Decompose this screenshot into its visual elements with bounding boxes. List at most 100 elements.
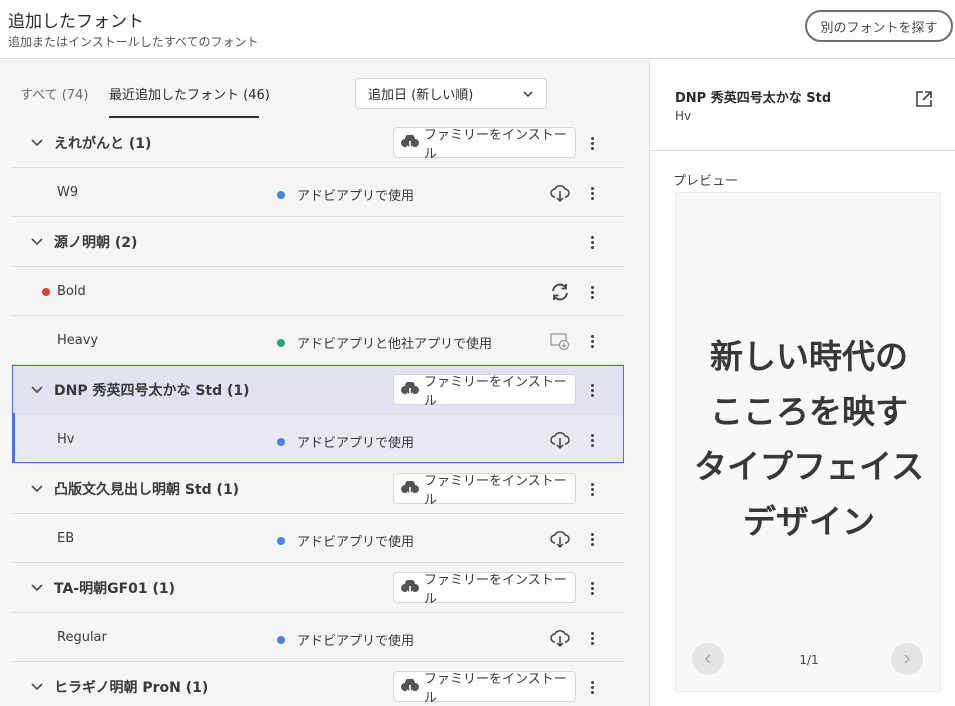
font-style-row[interactable]: Bold bbox=[12, 267, 624, 316]
selection-indicator bbox=[12, 413, 15, 462]
usage-status: アドビアプリで使用 bbox=[277, 630, 414, 649]
more-options-icon[interactable] bbox=[587, 628, 597, 648]
preview-label: プレビュー bbox=[673, 174, 739, 189]
sort-dropdown[interactable]: 追加日 (新しい順) bbox=[355, 78, 547, 109]
status-dot bbox=[277, 635, 285, 644]
sort-selected-label: 追加日 (新しい順) bbox=[368, 88, 474, 103]
find-more-fonts-button[interactable]: 別のフォントを探す bbox=[805, 10, 953, 42]
font-style-row[interactable]: Heavy アドビアプリと他社アプリで使用 bbox=[12, 316, 624, 365]
external-link-icon[interactable] bbox=[914, 89, 934, 109]
usage-status: アドビアプリと他社アプリで使用 bbox=[277, 333, 492, 352]
preview-line: こころを映す bbox=[710, 392, 908, 431]
install-family-button[interactable]: ファミリーをインストール bbox=[393, 572, 576, 607]
style-name: Hv bbox=[57, 432, 75, 447]
font-style-row-selected[interactable]: Hv アドビアプリで使用 bbox=[12, 415, 624, 464]
family-row[interactable]: TA-明朝GF01 (1) ファミリーをインストール bbox=[12, 563, 624, 613]
family-row-selected[interactable]: DNP 秀英四号太かな Std (1) ファミリーをインストール bbox=[12, 365, 624, 415]
font-detail-panel: DNP 秀英四号太かな Std Hv プレビュー 新しい時代の こころを映す タ… bbox=[649, 60, 955, 706]
usage-status: アドビアプリで使用 bbox=[277, 185, 414, 204]
chevron-right-icon bbox=[904, 654, 911, 664]
divider bbox=[650, 150, 955, 151]
more-options-icon[interactable] bbox=[587, 529, 597, 549]
usage-status-text: アドビアプリで使用 bbox=[297, 189, 415, 204]
usage-status: アドビアプリで使用 bbox=[277, 432, 414, 451]
install-family-button[interactable]: ファミリーをインストール bbox=[393, 473, 576, 508]
cloud-download-icon bbox=[401, 679, 419, 695]
family-row[interactable]: 源ノ明朝 (2) bbox=[12, 217, 624, 267]
usage-status-text: アドビアプリで使用 bbox=[297, 535, 415, 550]
cloud-download-icon[interactable] bbox=[549, 627, 571, 649]
status-dot bbox=[277, 338, 285, 347]
install-family-label: ファミリーをインストール bbox=[424, 127, 567, 162]
usage-status: アドビアプリで使用 bbox=[277, 531, 414, 550]
chevron-down-icon[interactable] bbox=[30, 385, 44, 395]
detail-font-style: Hv bbox=[675, 109, 692, 123]
status-dot bbox=[42, 288, 50, 296]
font-style-row[interactable]: EB アドビアプリで使用 bbox=[12, 514, 624, 563]
font-style-row[interactable]: Regular アドビアプリで使用 bbox=[12, 613, 624, 662]
family-name: ヒラギノ明朝 ProN (1) bbox=[54, 680, 209, 696]
usage-status-text: アドビアプリで使用 bbox=[297, 634, 415, 649]
status-dot bbox=[277, 536, 285, 545]
more-options-icon[interactable] bbox=[587, 430, 597, 450]
install-family-label: ファミリーをインストール bbox=[424, 671, 567, 706]
style-name: Bold bbox=[57, 284, 86, 299]
font-family-list: えれがんと (1) ファミリーをインストール W9 アドビアプリで使用 源ノ明朝… bbox=[12, 118, 624, 706]
chevron-down-icon[interactable] bbox=[30, 237, 44, 247]
more-options-icon[interactable] bbox=[587, 479, 597, 499]
family-name: えれがんと (1) bbox=[54, 136, 152, 152]
install-family-button[interactable]: ファミリーをインストール bbox=[393, 127, 576, 162]
chevron-down-icon[interactable] bbox=[30, 682, 44, 692]
detail-font-name: DNP 秀英四号太かな Std bbox=[675, 91, 832, 106]
more-options-icon[interactable] bbox=[587, 282, 597, 302]
preview-line: タイプフェイス bbox=[693, 447, 924, 486]
family-name: 源ノ明朝 (2) bbox=[54, 235, 138, 251]
more-options-icon[interactable] bbox=[587, 677, 597, 697]
sync-icon[interactable] bbox=[549, 281, 571, 303]
more-options-icon[interactable] bbox=[587, 133, 597, 153]
tab-all[interactable]: すべて (74) bbox=[20, 84, 88, 118]
status-dot bbox=[277, 190, 285, 199]
font-list-panel: すべて (74) 最近追加したフォント (46) 追加日 (新しい順) えれがん… bbox=[0, 60, 649, 706]
chevron-down-icon[interactable] bbox=[30, 484, 44, 494]
cloud-download-icon[interactable] bbox=[549, 429, 571, 451]
more-options-icon[interactable] bbox=[587, 183, 597, 203]
page-title: 追加したフォント bbox=[8, 12, 144, 32]
install-family-button[interactable]: ファミリーをインストール bbox=[393, 374, 576, 409]
preview-box: 新しい時代の こころを映す タイプフェイス デザイン 1/1 bbox=[675, 192, 941, 692]
next-button[interactable] bbox=[891, 643, 923, 675]
preview-text: 新しい時代の こころを映す タイプフェイス デザイン bbox=[676, 329, 942, 549]
more-options-icon[interactable] bbox=[587, 380, 597, 400]
preview-line: 新しい時代の bbox=[710, 337, 908, 376]
install-family-label: ファミリーをインストール bbox=[424, 374, 567, 409]
tab-bar: すべて (74) 最近追加したフォント (46) 追加日 (新しい順) bbox=[0, 60, 649, 118]
more-options-icon[interactable] bbox=[587, 578, 597, 598]
chevron-down-icon bbox=[523, 91, 533, 98]
cloud-download-icon bbox=[401, 580, 419, 596]
tab-recently-added[interactable]: 最近追加したフォント (46) bbox=[109, 84, 270, 118]
chevron-down-icon[interactable] bbox=[30, 583, 44, 593]
family-row[interactable]: えれがんと (1) ファミリーをインストール bbox=[12, 118, 624, 168]
install-family-button[interactable]: ファミリーをインストール bbox=[393, 671, 576, 706]
usage-status-text: アドビアプリと他社アプリで使用 bbox=[297, 337, 493, 352]
font-style-row[interactable]: W9 アドビアプリで使用 bbox=[12, 168, 624, 217]
cloud-download-icon bbox=[401, 135, 419, 151]
style-name: Regular bbox=[57, 630, 107, 645]
style-name: Heavy bbox=[57, 333, 99, 348]
usage-status-text: アドビアプリで使用 bbox=[297, 436, 415, 451]
desktop-install-icon[interactable] bbox=[549, 330, 571, 352]
family-name: DNP 秀英四号太かな Std (1) bbox=[54, 383, 250, 399]
chevron-down-icon[interactable] bbox=[30, 138, 44, 148]
more-options-icon[interactable] bbox=[587, 232, 597, 252]
cloud-download-icon[interactable] bbox=[549, 528, 571, 550]
cloud-download-icon[interactable] bbox=[549, 182, 571, 204]
family-row[interactable]: 凸版文久見出し明朝 Std (1) ファミリーをインストール bbox=[12, 464, 624, 514]
cloud-download-icon bbox=[401, 481, 419, 497]
family-row[interactable]: ヒラギノ明朝 ProN (1) ファミリーをインストール bbox=[12, 662, 624, 706]
app-header: 追加したフォント 追加またはインストールしたすべてのフォント 別のフォントを探す bbox=[0, 0, 955, 59]
install-family-label: ファミリーをインストール bbox=[424, 572, 567, 607]
more-options-icon[interactable] bbox=[587, 331, 597, 351]
style-name: W9 bbox=[57, 185, 79, 200]
family-name: 凸版文久見出し明朝 Std (1) bbox=[54, 482, 240, 498]
install-family-label: ファミリーをインストール bbox=[424, 473, 567, 508]
